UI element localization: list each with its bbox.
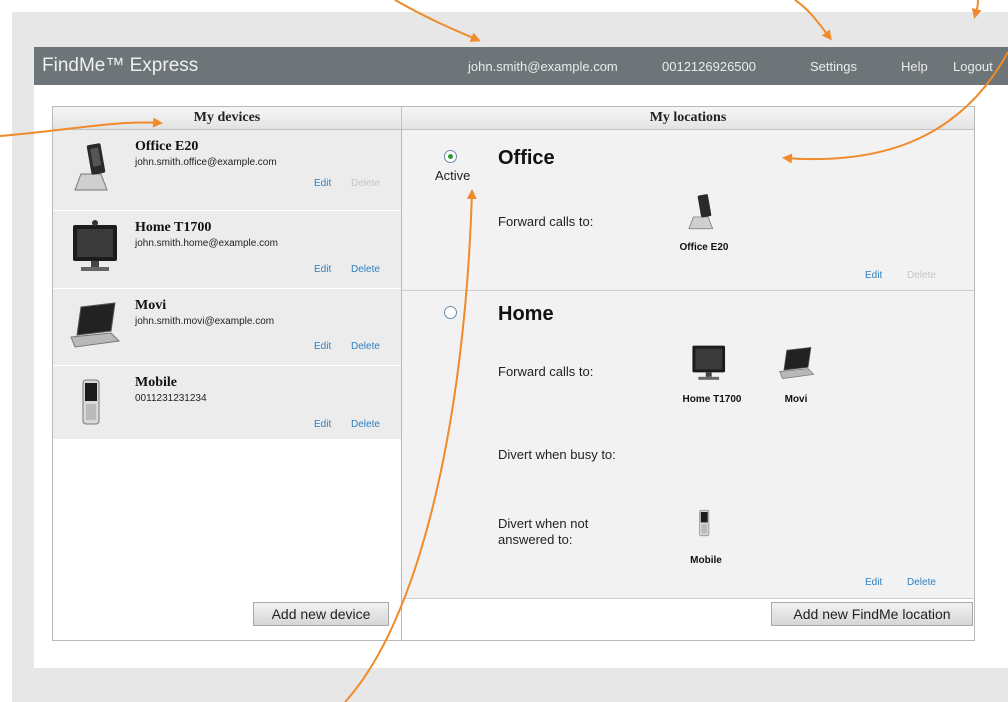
arrow-to-settings (794, 0, 832, 41)
arrow-to-active-status (344, 189, 477, 702)
arrow-to-logout (971, 0, 982, 19)
arrow-to-my-devices (0, 117, 163, 137)
arrow-to-office-location (782, 51, 1008, 164)
arrow-to-email (394, 0, 481, 42)
callout-arrows (0, 0, 1008, 702)
